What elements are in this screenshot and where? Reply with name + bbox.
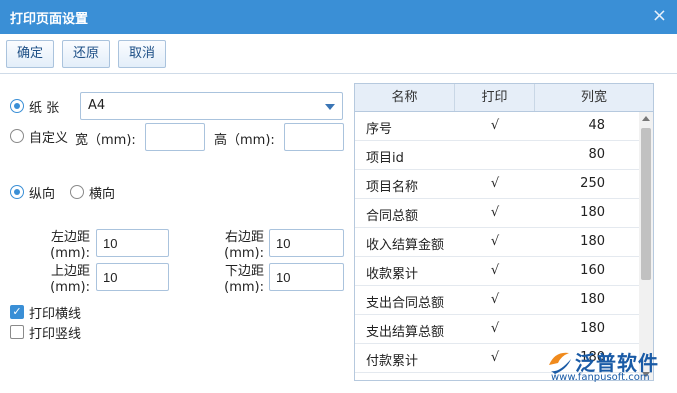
right-margin-input[interactable] bbox=[269, 229, 344, 257]
left-margin-unit: (mm): bbox=[50, 246, 90, 261]
cell-print[interactable]: √ bbox=[455, 292, 535, 307]
top-margin-unit: (mm): bbox=[50, 280, 90, 295]
print-hlines-label: 打印横线 bbox=[29, 307, 82, 322]
cell-print[interactable]: √ bbox=[455, 205, 535, 220]
confirm-button[interactable]: 确定 bbox=[6, 40, 54, 68]
paper-size-select[interactable]: A4 bbox=[80, 92, 343, 120]
bottom-margin-input[interactable] bbox=[269, 263, 344, 291]
table-row[interactable]: 收款累计 √ 160 bbox=[355, 257, 639, 286]
landscape-radio[interactable] bbox=[70, 185, 84, 199]
cell-print[interactable]: √ bbox=[455, 118, 535, 133]
cell-name: 收入结算金额 bbox=[366, 238, 445, 253]
bottom-margin-unit: (mm): bbox=[224, 280, 264, 295]
cell-width[interactable]: 180 bbox=[535, 234, 605, 249]
bottom-margin-label: 下边距 (mm): bbox=[214, 264, 264, 296]
cell-name: 收款累计 bbox=[366, 267, 419, 282]
cell-print[interactable]: √ bbox=[455, 176, 535, 191]
cell-print[interactable]: √ bbox=[455, 350, 535, 365]
bottom-margin-label-text: 下边距 bbox=[224, 264, 264, 279]
cell-width[interactable]: 180 bbox=[535, 321, 605, 336]
grid-header: 名称 打印 列宽 bbox=[355, 84, 653, 112]
table-row[interactable]: 支出结算总额 √ 180 bbox=[355, 315, 639, 344]
cell-name: 项目名称 bbox=[366, 180, 419, 195]
scroll-thumb[interactable] bbox=[641, 128, 651, 280]
cell-width[interactable]: 80 bbox=[535, 147, 605, 162]
height-input[interactable] bbox=[284, 123, 344, 151]
header-width[interactable]: 列宽 bbox=[535, 84, 653, 111]
close-icon[interactable]: × bbox=[652, 6, 667, 26]
table-row[interactable]: 收入结算金额 √ 180 bbox=[355, 228, 639, 257]
columns-grid: 名称 打印 列宽 序号 √ 48 项目id 80 项目名称 √ 250 合同总额… bbox=[354, 83, 654, 381]
dialog-title: 打印页面设置 bbox=[10, 12, 89, 27]
left-margin-input[interactable] bbox=[96, 229, 169, 257]
cell-width[interactable]: 48 bbox=[535, 118, 605, 133]
header-name[interactable]: 名称 bbox=[355, 84, 455, 111]
right-margin-label: 右边距 (mm): bbox=[214, 230, 264, 262]
watermark: 泛普软件 www.fanpusoft.com bbox=[545, 345, 673, 385]
cell-name: 合同总额 bbox=[366, 209, 419, 224]
top-margin-input[interactable] bbox=[96, 263, 169, 291]
cell-print[interactable]: √ bbox=[455, 234, 535, 249]
left-margin-label-text: 左边距 bbox=[50, 230, 90, 245]
table-row[interactable]: 项目id 80 bbox=[355, 141, 639, 170]
portrait-radio[interactable] bbox=[10, 185, 24, 199]
print-hlines-checkbox[interactable]: ✓ bbox=[10, 305, 24, 319]
cancel-button[interactable]: 取消 bbox=[118, 40, 166, 68]
paper-size-label: 纸 张 bbox=[29, 101, 60, 116]
cell-name: 支出合同总额 bbox=[366, 296, 445, 311]
print-vlines-label: 打印竖线 bbox=[29, 327, 82, 342]
landscape-label: 横向 bbox=[89, 187, 116, 202]
table-row[interactable]: 项目名称 √ 250 bbox=[355, 170, 639, 199]
cell-name: 付款累计 bbox=[366, 354, 419, 369]
custom-size-label: 自定义 bbox=[29, 131, 69, 146]
watermark-site: www.fanpusoft.com bbox=[551, 372, 650, 383]
cell-width[interactable]: 180 bbox=[535, 205, 605, 220]
height-label: 高（mm): bbox=[214, 133, 275, 148]
cell-name: 序号 bbox=[366, 122, 393, 137]
custom-size-radio[interactable] bbox=[10, 129, 24, 143]
toolbar: 确定 还原 取消 bbox=[0, 34, 677, 74]
dialog-titlebar: 打印页面设置 × bbox=[0, 0, 677, 34]
cell-width[interactable]: 180 bbox=[535, 292, 605, 307]
paper-size-radio[interactable] bbox=[10, 99, 24, 113]
width-input[interactable] bbox=[145, 123, 205, 151]
portrait-label: 纵向 bbox=[29, 187, 56, 202]
left-margin-label: 左边距 (mm): bbox=[40, 230, 90, 262]
right-margin-label-text: 右边距 bbox=[224, 230, 264, 245]
header-print[interactable]: 打印 bbox=[455, 84, 535, 111]
right-margin-unit: (mm): bbox=[224, 246, 264, 261]
grid-scrollbar[interactable] bbox=[639, 112, 653, 380]
paper-size-value: A4 bbox=[88, 98, 106, 113]
cell-width[interactable]: 250 bbox=[535, 176, 605, 191]
scroll-up-icon[interactable] bbox=[642, 116, 650, 121]
top-margin-label: 上边距 (mm): bbox=[40, 264, 90, 296]
restore-button[interactable]: 还原 bbox=[62, 40, 110, 68]
chevron-down-icon bbox=[325, 104, 335, 110]
cell-print[interactable]: √ bbox=[455, 321, 535, 336]
top-margin-label-text: 上边距 bbox=[50, 264, 90, 279]
width-label: 宽（mm): bbox=[75, 133, 136, 148]
cell-name: 支出结算总额 bbox=[366, 325, 445, 340]
print-vlines-checkbox[interactable] bbox=[10, 325, 24, 339]
cell-width[interactable]: 160 bbox=[535, 263, 605, 278]
table-row[interactable]: 序号 √ 48 bbox=[355, 112, 639, 141]
cell-name: 项目id bbox=[366, 151, 404, 166]
table-row[interactable]: 合同总额 √ 180 bbox=[355, 199, 639, 228]
table-row[interactable]: 支出合同总额 √ 180 bbox=[355, 286, 639, 315]
cell-print[interactable]: √ bbox=[455, 263, 535, 278]
